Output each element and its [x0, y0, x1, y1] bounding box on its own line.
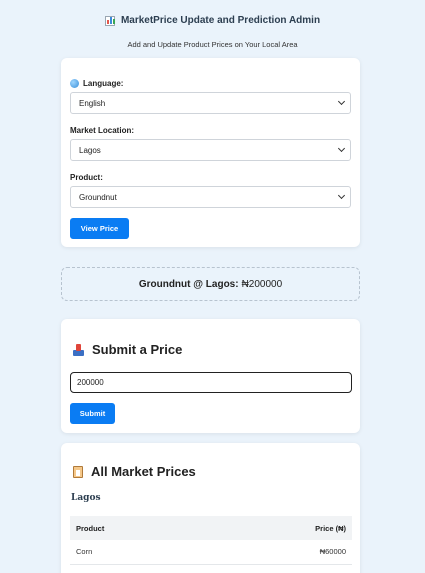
price-input[interactable]: 200000	[70, 372, 352, 393]
market-location-label-text: Market Location:	[70, 126, 135, 135]
price-result-box: Groundnut @ Lagos: ₦200000	[61, 267, 360, 301]
all-prices-card: All Market Prices Lagos Product Price (₦…	[61, 443, 360, 573]
language-select-value: English	[79, 98, 106, 108]
all-prices-heading: All Market Prices	[73, 464, 196, 479]
column-header-price: Price (₦)	[218, 516, 352, 540]
language-label-text: Language:	[83, 79, 124, 88]
product-select-value: Groundnut	[79, 192, 117, 202]
chevron-down-icon	[337, 191, 346, 200]
price-result-value: ₦200000	[241, 278, 283, 290]
inbox-tray-icon	[73, 343, 84, 356]
language-select[interactable]: English	[70, 92, 351, 114]
cell-product: Corn	[70, 540, 219, 565]
submit-button[interactable]: Submit	[70, 403, 115, 424]
language-label: Language:	[70, 79, 123, 88]
page-title: MarketPrice Update and Prediction Admin	[0, 15, 425, 26]
cell-price: ₦200000	[218, 564, 352, 573]
page-subtitle: Add and Update Product Prices on Your Lo…	[127, 40, 298, 49]
view-price-button[interactable]: View Price	[70, 218, 129, 239]
submit-price-title: Submit a Price	[92, 342, 183, 357]
market-location-select[interactable]: Lagos	[70, 139, 351, 161]
product-label: Product:	[70, 173, 103, 182]
page-title-text: MarketPrice Update and Prediction Admin	[120, 15, 321, 26]
product-select[interactable]: Groundnut	[70, 186, 351, 208]
table-header-row: Product Price (₦)	[70, 516, 352, 540]
bar-chart-icon	[104, 15, 115, 26]
chevron-down-icon	[337, 97, 346, 106]
filters-card: Language: English Market Location: Lagos…	[61, 58, 360, 247]
prices-table: Product Price (₦) Corn ₦60000 Groundnut …	[70, 516, 352, 573]
cell-product: Groundnut	[70, 564, 219, 573]
column-header-product: Product	[70, 516, 219, 540]
globe-icon	[70, 79, 79, 88]
market-location-label: Market Location:	[70, 126, 134, 135]
market-location-select-value: Lagos	[79, 145, 101, 155]
location-heading: Lagos	[71, 493, 101, 503]
table-row: Corn ₦60000	[70, 540, 352, 565]
table-row: Groundnut ₦200000	[70, 564, 352, 573]
cell-price: ₦60000	[218, 540, 352, 565]
submit-price-card: Submit a Price 200000 Submit	[61, 319, 360, 433]
clipboard-icon	[73, 465, 83, 478]
submit-price-heading: Submit a Price	[73, 342, 182, 357]
chevron-down-icon	[337, 144, 346, 153]
product-label-text: Product:	[70, 173, 103, 182]
all-prices-title: All Market Prices	[91, 464, 196, 479]
price-result-label: Groundnut @ Lagos:	[138, 278, 239, 290]
